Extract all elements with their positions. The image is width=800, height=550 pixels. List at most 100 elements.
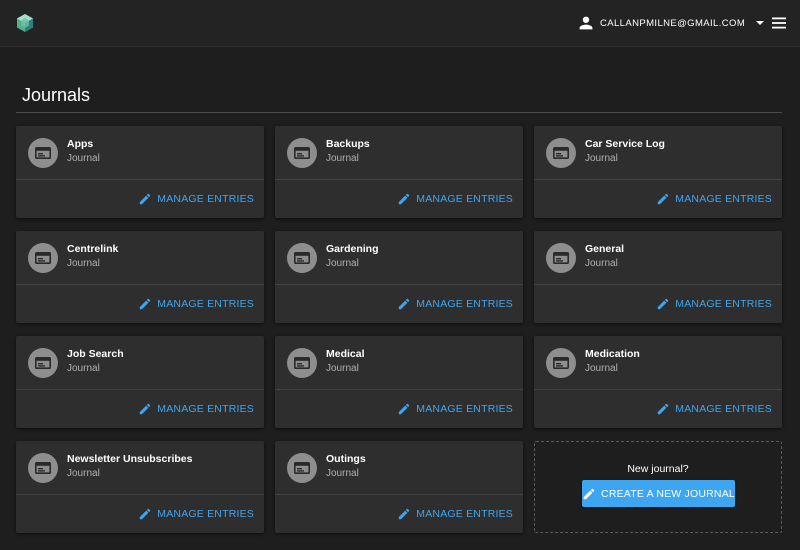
manage-entries-label: MANAGE ENTRIES: [675, 193, 772, 205]
app-logo[interactable]: [16, 13, 34, 33]
manage-entries-label: MANAGE ENTRIES: [675, 298, 772, 310]
journal-icon: [28, 243, 58, 273]
pencil-icon: [656, 402, 670, 416]
journal-icon: [546, 348, 576, 378]
new-journal-card: New journal? CREATE A NEW JOURNAL: [534, 441, 782, 533]
journal-type: Journal: [585, 363, 618, 374]
journal-card: Backups Journal MANAGE ENTRIES: [275, 126, 523, 218]
journal-name: Gardening: [326, 243, 379, 255]
journal-name: Medication: [585, 348, 640, 360]
pencil-icon: [397, 192, 411, 206]
pencil-icon: [138, 402, 152, 416]
manage-entries-button[interactable]: MANAGE ENTRIES: [656, 400, 772, 418]
journal-icon: [28, 138, 58, 168]
journal-name: Outings: [326, 453, 366, 465]
journal-card: Car Service Log Journal MANAGE ENTRIES: [534, 126, 782, 218]
manage-entries-label: MANAGE ENTRIES: [416, 508, 513, 520]
journal-type: Journal: [67, 153, 100, 164]
new-journal-prompt: New journal?: [627, 463, 689, 475]
journal-type: Journal: [67, 363, 100, 374]
pencil-icon: [397, 507, 411, 521]
card-divider: [16, 494, 264, 495]
journal-card: Outings Journal MANAGE ENTRIES: [275, 441, 523, 533]
pencil-icon: [582, 487, 596, 501]
card-divider: [16, 179, 264, 180]
journal-type: Journal: [326, 363, 359, 374]
journal-grid: Apps Journal MANAGE ENTRIES Backups Jour…: [16, 126, 782, 533]
manage-entries-button[interactable]: MANAGE ENTRIES: [397, 295, 513, 313]
journal-name: Medical: [326, 348, 365, 360]
journal-icon: [287, 243, 317, 273]
create-journal-button[interactable]: CREATE A NEW JOURNAL: [582, 480, 735, 507]
journal-card: General Journal MANAGE ENTRIES: [534, 231, 782, 323]
pencil-icon: [138, 507, 152, 521]
create-journal-label: CREATE A NEW JOURNAL: [601, 487, 735, 500]
account-icon: [578, 15, 594, 31]
card-divider: [534, 389, 782, 390]
manage-entries-button[interactable]: MANAGE ENTRIES: [138, 400, 254, 418]
manage-entries-button[interactable]: MANAGE ENTRIES: [656, 295, 772, 313]
pencil-icon: [397, 402, 411, 416]
journal-name: Centrelink: [67, 243, 119, 255]
journal-icon: [546, 138, 576, 168]
card-divider: [534, 284, 782, 285]
manage-entries-button[interactable]: MANAGE ENTRIES: [656, 190, 772, 208]
card-divider: [275, 494, 523, 495]
journal-icon: [287, 453, 317, 483]
card-divider: [16, 389, 264, 390]
manage-entries-button[interactable]: MANAGE ENTRIES: [138, 190, 254, 208]
account-menu[interactable]: CALLANPMILNE@GMAIL.COM: [578, 10, 765, 36]
journal-name: Car Service Log: [585, 138, 665, 150]
journal-type: Journal: [67, 468, 100, 479]
title-divider: [16, 112, 782, 113]
journal-icon: [287, 348, 317, 378]
journal-card: Job Search Journal MANAGE ENTRIES: [16, 336, 264, 428]
card-divider: [275, 284, 523, 285]
manage-entries-label: MANAGE ENTRIES: [157, 298, 254, 310]
hamburger-menu-icon[interactable]: [770, 14, 788, 32]
account-email: CALLANPMILNE@GMAIL.COM: [600, 17, 746, 29]
journal-card: Newsletter Unsubscribes Journal MANAGE E…: [16, 441, 264, 533]
journal-type: Journal: [67, 258, 100, 269]
manage-entries-button[interactable]: MANAGE ENTRIES: [397, 400, 513, 418]
manage-entries-label: MANAGE ENTRIES: [416, 298, 513, 310]
journal-name: General: [585, 243, 625, 255]
journal-name: Newsletter Unsubscribes: [67, 453, 193, 465]
journal-icon: [28, 453, 58, 483]
journal-type: Journal: [326, 468, 359, 479]
top-app-bar: CALLANPMILNE@GMAIL.COM: [0, 0, 800, 47]
page-title: Journals: [22, 85, 91, 105]
manage-entries-button[interactable]: MANAGE ENTRIES: [138, 505, 254, 523]
manage-entries-button[interactable]: MANAGE ENTRIES: [138, 295, 254, 313]
card-divider: [275, 389, 523, 390]
manage-entries-label: MANAGE ENTRIES: [157, 508, 254, 520]
journal-name: Apps: [67, 138, 94, 150]
pencil-icon: [138, 297, 152, 311]
pencil-icon: [656, 297, 670, 311]
card-divider: [534, 179, 782, 180]
manage-entries-label: MANAGE ENTRIES: [416, 403, 513, 415]
journal-card: Apps Journal MANAGE ENTRIES: [16, 126, 264, 218]
card-divider: [16, 284, 264, 285]
journal-type: Journal: [585, 258, 618, 269]
journal-card: Medical Journal MANAGE ENTRIES: [275, 336, 523, 428]
pencil-icon: [656, 192, 670, 206]
manage-entries-button[interactable]: MANAGE ENTRIES: [397, 505, 513, 523]
journal-card: Gardening Journal MANAGE ENTRIES: [275, 231, 523, 323]
manage-entries-button[interactable]: MANAGE ENTRIES: [397, 190, 513, 208]
journal-type: Journal: [326, 153, 359, 164]
journal-icon: [546, 243, 576, 273]
caret-down-icon: [755, 18, 765, 28]
journal-card: Medication Journal MANAGE ENTRIES: [534, 336, 782, 428]
journal-card: Centrelink Journal MANAGE ENTRIES: [16, 231, 264, 323]
journal-type: Journal: [585, 153, 618, 164]
journal-icon: [28, 348, 58, 378]
card-divider: [275, 179, 523, 180]
manage-entries-label: MANAGE ENTRIES: [416, 193, 513, 205]
manage-entries-label: MANAGE ENTRIES: [675, 403, 772, 415]
journal-name: Job Search: [67, 348, 124, 360]
pencil-icon: [138, 192, 152, 206]
journal-name: Backups: [326, 138, 370, 150]
manage-entries-label: MANAGE ENTRIES: [157, 193, 254, 205]
pencil-icon: [397, 297, 411, 311]
